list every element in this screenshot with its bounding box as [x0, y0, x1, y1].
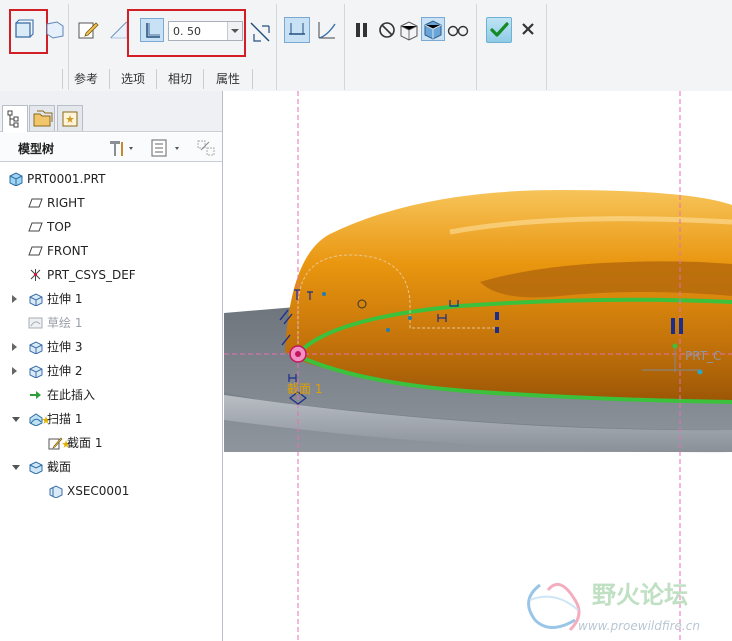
- tree-item[interactable]: 扫描 1: [0, 409, 220, 429]
- navigator-panel: 模型树 PRT0001.PRT RIGHT TOP FRONT PRT_CSYS_DEF…: [0, 91, 223, 641]
- tree-item[interactable]: 截面 1: [0, 433, 220, 453]
- tab-properties[interactable]: 属性: [203, 69, 253, 89]
- sweep-icon: [28, 412, 43, 427]
- model-scene: 截面 1 PRT_C 野火论坛 www.proewildfire.cn: [224, 91, 732, 641]
- tree-item[interactable]: 拉伸 2: [0, 361, 220, 381]
- flip-thickness-icon[interactable]: [248, 20, 272, 44]
- tree-item[interactable]: 拉伸 3: [0, 337, 220, 357]
- expand-closed-icon[interactable]: [12, 295, 17, 303]
- extrude-icon: [28, 292, 43, 307]
- datum-plane-icon: [28, 196, 43, 210]
- tree-item-label: 截面 1: [67, 436, 103, 450]
- section-sketch-icon: [48, 436, 63, 450]
- navigator-tabs: [0, 91, 222, 132]
- sketch-vertex: [408, 316, 412, 320]
- sketch-vertex: [322, 292, 326, 296]
- model-tree: PRT0001.PRT RIGHT TOP FRONT PRT_CSYS_DEF 拉伸 1…: [0, 169, 222, 609]
- tree-item-label: 拉伸 3: [47, 340, 83, 354]
- tree-item[interactable]: FRONT: [0, 241, 220, 261]
- thickness-selection-highlight: [127, 9, 246, 57]
- xsec-icon: [48, 484, 63, 499]
- csys-icon: [28, 268, 43, 282]
- sweep-type-constant-icon[interactable]: [284, 17, 310, 43]
- csys-marker-bar: [671, 318, 675, 334]
- watermark-title: 野火论坛: [592, 581, 688, 609]
- part-icon: [8, 172, 23, 187]
- ribbon-separator: [276, 4, 277, 90]
- ok-check-icon: [490, 22, 509, 37]
- tree-item[interactable]: PRT_CSYS_DEF: [0, 265, 220, 285]
- sketch-icon: [28, 316, 43, 330]
- section-label: 截面 1: [287, 382, 322, 396]
- tab-favorites[interactable]: [57, 105, 83, 131]
- ribbon-separator: [476, 4, 477, 90]
- tree-item-label: 拉伸 2: [47, 364, 83, 378]
- tab-folder-browser[interactable]: [29, 105, 55, 131]
- tree-item-label: 拉伸 1: [47, 292, 83, 306]
- sweep-dashboard: 0. 50 参考 选项 相切 属性: [0, 0, 732, 92]
- tab-model-tree[interactable]: [2, 105, 28, 132]
- tree-item-label: RIGHT: [47, 196, 85, 210]
- tree-item-label: PRT0001.PRT: [27, 172, 106, 186]
- sketch-edit-icon[interactable]: [76, 18, 100, 42]
- section-folder-icon: [28, 460, 43, 475]
- ok-check-button[interactable]: [486, 17, 512, 43]
- extrude-icon: [28, 364, 43, 379]
- tree-item-label: TOP: [47, 220, 72, 234]
- datum-plane-icon: [28, 244, 43, 258]
- pause-icon[interactable]: [350, 18, 374, 42]
- tree-item[interactable]: 在此插入: [0, 385, 220, 405]
- tree-item[interactable]: PRT0001.PRT: [0, 169, 220, 189]
- watermark-logo: [527, 582, 581, 632]
- tree-item-label: FRONT: [47, 244, 88, 258]
- ribbon-separator: [344, 4, 345, 90]
- watermark-url: www.proewildfire.cn: [578, 619, 700, 633]
- tree-item[interactable]: TOP: [0, 217, 220, 237]
- tree-item[interactable]: XSEC0001: [0, 481, 220, 501]
- tree-settings-icon[interactable]: [107, 138, 139, 161]
- preview-solid-icon[interactable]: [421, 17, 445, 41]
- surface-icon[interactable]: [43, 18, 67, 42]
- tree-item[interactable]: 拉伸 1: [0, 289, 220, 309]
- csys-label: PRT_C: [685, 349, 721, 363]
- expand-closed-icon[interactable]: [12, 343, 17, 351]
- tree-filter-icon[interactable]: [195, 138, 217, 161]
- no-preview-icon[interactable]: [375, 18, 399, 42]
- tree-item-label: 草绘 1: [47, 316, 83, 330]
- tab-options[interactable]: 选项: [109, 69, 156, 89]
- tree-item-label: PRT_CSYS_DEF: [47, 268, 136, 282]
- tree-columns-icon[interactable]: [150, 138, 186, 161]
- ribbon-separator: [546, 4, 547, 90]
- insert-here-icon: [28, 388, 43, 402]
- expand-open-icon[interactable]: [12, 417, 20, 422]
- sketch-vertex: [386, 328, 390, 332]
- cancel-x-icon[interactable]: [518, 19, 542, 43]
- preview-mesh-icon[interactable]: [397, 18, 421, 42]
- model-tree-header: 模型树: [0, 133, 222, 162]
- extrude-icon: [28, 340, 43, 355]
- csys-point: [697, 369, 703, 375]
- verify-glasses-icon[interactable]: [446, 18, 470, 42]
- sweep-type-variable-icon[interactable]: [315, 18, 339, 42]
- tree-item[interactable]: 截面: [0, 457, 220, 477]
- dimension-marker: [495, 312, 499, 320]
- tree-item[interactable]: RIGHT: [0, 193, 220, 213]
- expand-closed-icon[interactable]: [12, 367, 17, 375]
- tree-item[interactable]: 草绘 1: [0, 313, 220, 333]
- tab-references[interactable]: 参考: [62, 69, 109, 89]
- tree-item-label: 截面: [47, 460, 72, 474]
- datum-plane-icon: [28, 220, 43, 234]
- tree-item-label: 扫描 1: [47, 412, 83, 426]
- model-tree-title: 模型树: [18, 142, 55, 156]
- tab-tangency[interactable]: 相切: [156, 69, 203, 89]
- expand-open-icon[interactable]: [12, 465, 20, 470]
- section-origin-dot: [295, 351, 301, 357]
- graphics-viewport[interactable]: 截面 1 PRT_C 野火论坛 www.proewildfire.cn: [223, 91, 732, 641]
- csys-point: [672, 343, 678, 349]
- tree-item-label: 在此插入: [47, 388, 96, 402]
- csys-marker-bar: [679, 318, 683, 334]
- tree-item-label: XSEC0001: [67, 484, 130, 498]
- dimension-marker: [495, 327, 499, 333]
